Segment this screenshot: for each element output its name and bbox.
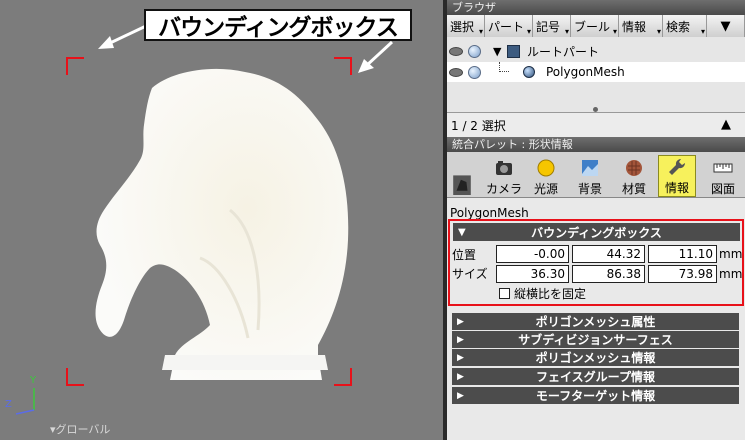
search-menu[interactable]: 検索 ▾ xyxy=(663,15,707,37)
selection-count-bar: 1 / 2 選択 ▲ xyxy=(447,112,745,137)
collapse-up-button[interactable]: ▲ xyxy=(721,117,731,132)
camera-icon xyxy=(496,161,512,175)
palette-tabs: カメラ 光源 背景 材質 情報 図面 xyxy=(447,152,745,198)
light-icon xyxy=(537,159,555,177)
visibility-toggle-icon[interactable] xyxy=(468,44,481,58)
position-unit: mm xyxy=(719,247,743,261)
expand-triangle-icon[interactable]: ▼ xyxy=(493,45,501,58)
tab-light[interactable]: 光源 xyxy=(527,155,565,197)
bounding-box-callout: バウンディングボックス xyxy=(144,9,412,41)
symbol-menu[interactable]: 記号 ▾ xyxy=(533,15,571,37)
tab-info[interactable]: 情報 xyxy=(658,155,696,197)
bounding-box-header[interactable]: ▼ バウンディングボックス xyxy=(453,223,740,241)
browser-title: ブラウザ xyxy=(447,0,745,15)
section-morph-target-info[interactable]: ▶ モーフターゲット情報 xyxy=(452,387,739,404)
coordinate-mode-dropdown[interactable]: ▾グローバル xyxy=(50,421,110,437)
wrench-icon xyxy=(669,158,686,175)
bounding-box-panel: ▼ バウンディングボックス 位置 -0.00 44.32 11.10 mm サイ… xyxy=(448,219,744,306)
position-x-field[interactable]: -0.00 xyxy=(496,245,569,263)
section-face-group-info[interactable]: ▶ フェイスグループ情報 xyxy=(452,368,739,385)
size-unit: mm xyxy=(719,267,743,281)
3d-viewport[interactable]: バウンディングボックス Y Z ▾グローバル xyxy=(0,0,443,440)
material-icon xyxy=(626,160,642,176)
size-label: サイズ xyxy=(452,267,488,281)
part-menu[interactable]: パート ▾ xyxy=(485,15,533,37)
info-menu[interactable]: 情報 ▾ xyxy=(619,15,663,37)
selection-count: 1 / 2 選択 xyxy=(451,118,506,133)
tree-row-root[interactable]: ▼ ルートパート xyxy=(447,41,745,61)
eye-icon[interactable] xyxy=(449,46,463,56)
ruler-icon xyxy=(713,163,733,173)
position-z-field[interactable]: 11.10 xyxy=(648,245,717,263)
position-y-field[interactable]: 44.32 xyxy=(572,245,645,263)
tab-drawing[interactable]: 図面 xyxy=(704,155,742,197)
object-name: PolygonMesh xyxy=(450,206,529,220)
tab-background[interactable]: 背景 xyxy=(571,155,609,197)
section-polygon-mesh-info[interactable]: ▶ ポリゴンメッシュ情報 xyxy=(452,349,739,366)
section-subdivision-surface[interactable]: ▶ サブディビジョンサーフェス xyxy=(452,331,739,348)
folder-cube-icon xyxy=(507,44,520,58)
toolbar-more-button[interactable]: ▼ xyxy=(707,15,745,37)
palette-title: 統合パレット : 形状情報 xyxy=(447,137,745,152)
boolean-menu[interactable]: ブール ▾ xyxy=(571,15,619,37)
tree-row-polygonmesh[interactable]: PolygonMesh xyxy=(447,62,745,82)
size-x-field[interactable]: 36.30 xyxy=(496,265,569,283)
tree-row-label: ルートパート xyxy=(527,44,600,59)
shape-icon xyxy=(453,175,471,195)
browser-toolbar: 選択 ▾ パート ▾ 記号 ▾ ブール ▾ 情報 ▾ 検索 ▾ ▼ xyxy=(447,15,745,37)
visibility-toggle-icon[interactable] xyxy=(468,65,481,79)
size-z-field[interactable]: 73.98 xyxy=(648,265,717,283)
select-menu[interactable]: 選択 ▾ xyxy=(447,15,485,37)
collapse-triangle-icon: ▼ xyxy=(458,226,466,238)
bbox-corner-bottom-right xyxy=(334,368,352,386)
tab-camera[interactable]: カメラ xyxy=(485,155,523,197)
background-icon xyxy=(582,160,598,176)
eye-icon[interactable] xyxy=(449,67,463,77)
browser-tree: ▼ ルートパート PolygonMesh xyxy=(447,37,745,112)
polygon-mesh-icon xyxy=(523,66,535,78)
palette-body: PolygonMesh ▼ バウンディングボックス 位置 -0.00 44.32… xyxy=(447,198,745,440)
tree-connector xyxy=(499,62,509,72)
lock-aspect-label: 縦横比を固定 xyxy=(514,287,587,301)
lock-aspect-checkbox[interactable] xyxy=(499,288,510,299)
size-y-field[interactable]: 86.38 xyxy=(572,265,645,283)
section-polygon-mesh-attributes[interactable]: ▶ ポリゴンメッシュ属性 xyxy=(452,313,739,330)
tab-shape[interactable] xyxy=(449,155,475,197)
bbox-corner-bottom-left xyxy=(66,368,84,386)
tab-material[interactable]: 材質 xyxy=(615,155,653,197)
position-label: 位置 xyxy=(452,248,477,262)
tree-row-label: PolygonMesh xyxy=(546,65,625,79)
axis-gizmo xyxy=(15,388,35,415)
